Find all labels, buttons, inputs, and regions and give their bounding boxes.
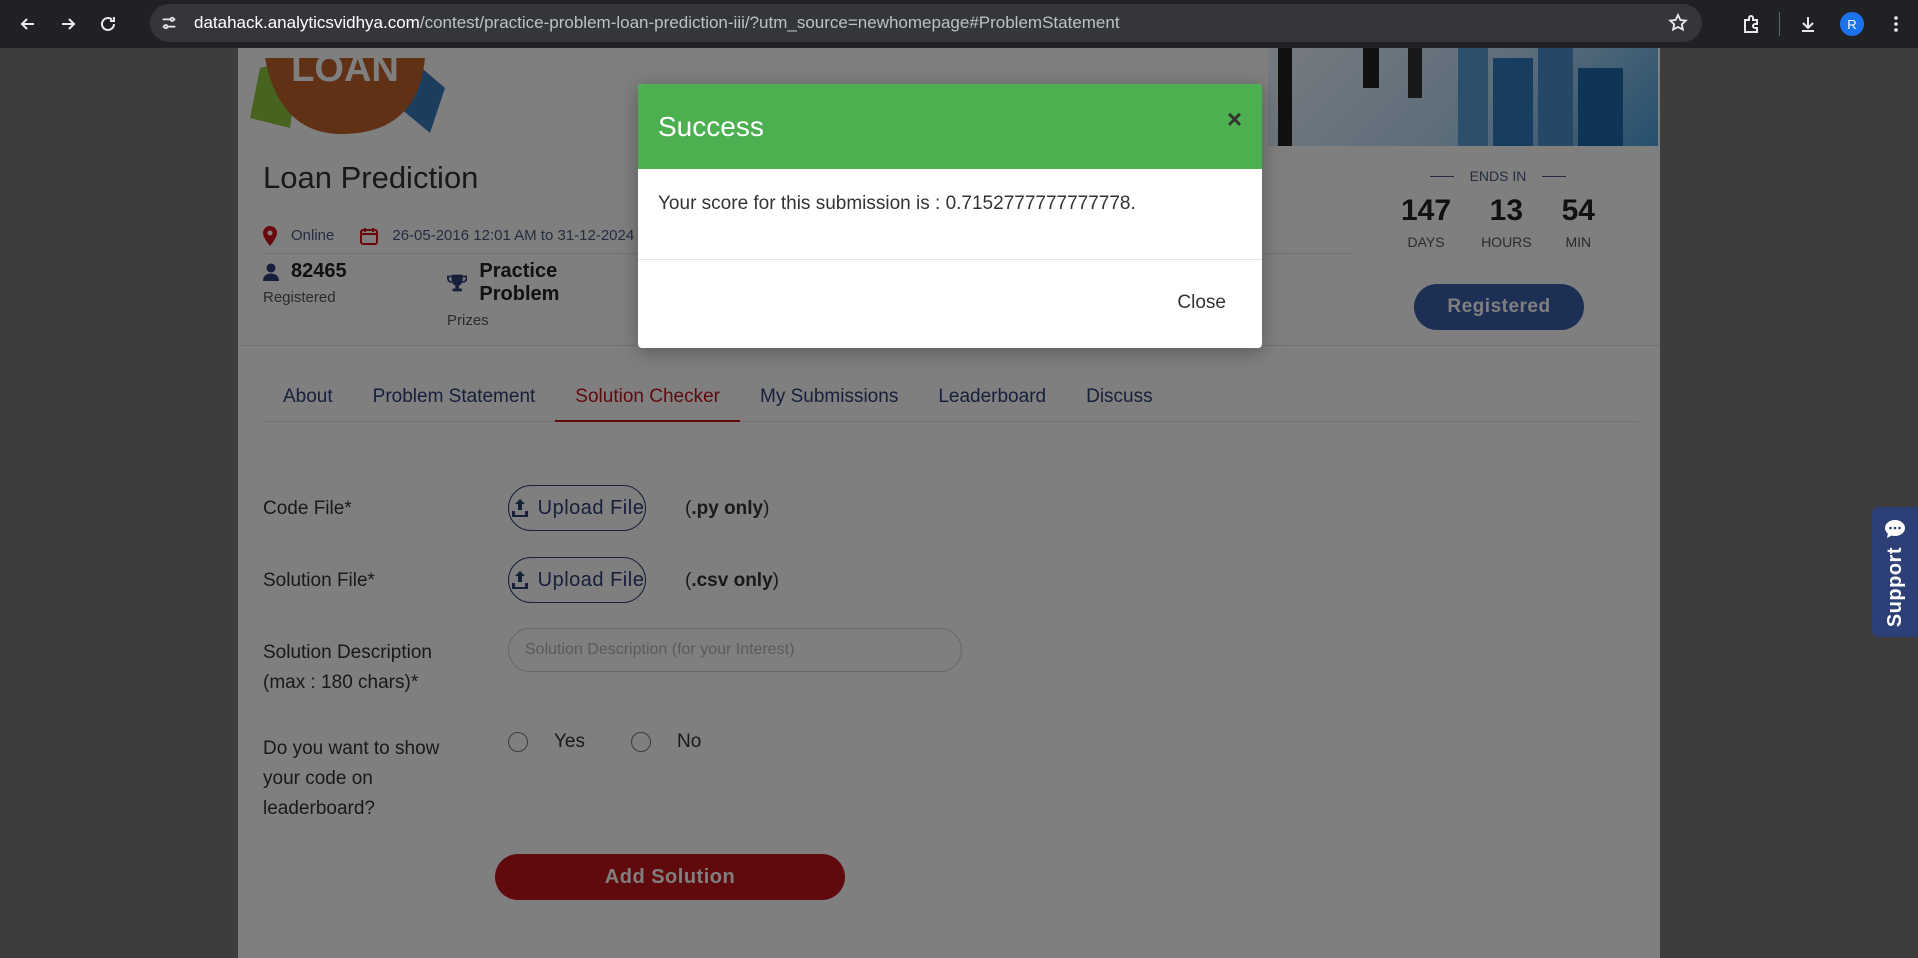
url-text: datahack.analyticsvidhya.com/contest/pra… [194, 13, 1120, 33]
profile-initial: R [1840, 12, 1864, 36]
url-host: datahack.analyticsvidhya.com [194, 13, 420, 32]
bookmark-star-icon[interactable] [1668, 12, 1688, 38]
toolbar-divider [1779, 12, 1780, 36]
chat-icon [1885, 520, 1905, 538]
forward-icon[interactable] [48, 4, 88, 44]
download-icon[interactable] [1786, 0, 1830, 48]
support-tab[interactable]: Support [1872, 507, 1918, 637]
reload-icon[interactable] [88, 4, 128, 44]
more-menu-icon[interactable] [1874, 0, 1918, 48]
modal-header: Success × [638, 84, 1262, 169]
extensions-icon[interactable] [1729, 0, 1773, 48]
modal-message: Your score for this submission is : 0.71… [638, 169, 1262, 260]
modal-footer: Close [638, 260, 1262, 348]
back-icon[interactable] [8, 4, 48, 44]
profile-avatar[interactable]: R [1830, 0, 1874, 48]
site-info-icon[interactable] [150, 14, 188, 32]
modal-title: Success [658, 110, 764, 142]
browser-toolbar: datahack.analyticsvidhya.com/contest/pra… [0, 0, 1918, 48]
url-path: /contest/practice-problem-loan-predictio… [419, 13, 1120, 32]
support-label: Support [1883, 547, 1906, 628]
close-button[interactable]: Close [1177, 292, 1226, 314]
success-modal: Success × Your score for this submission… [638, 84, 1262, 348]
address-bar[interactable]: datahack.analyticsvidhya.com/contest/pra… [150, 4, 1702, 42]
close-icon[interactable]: × [1227, 106, 1242, 132]
